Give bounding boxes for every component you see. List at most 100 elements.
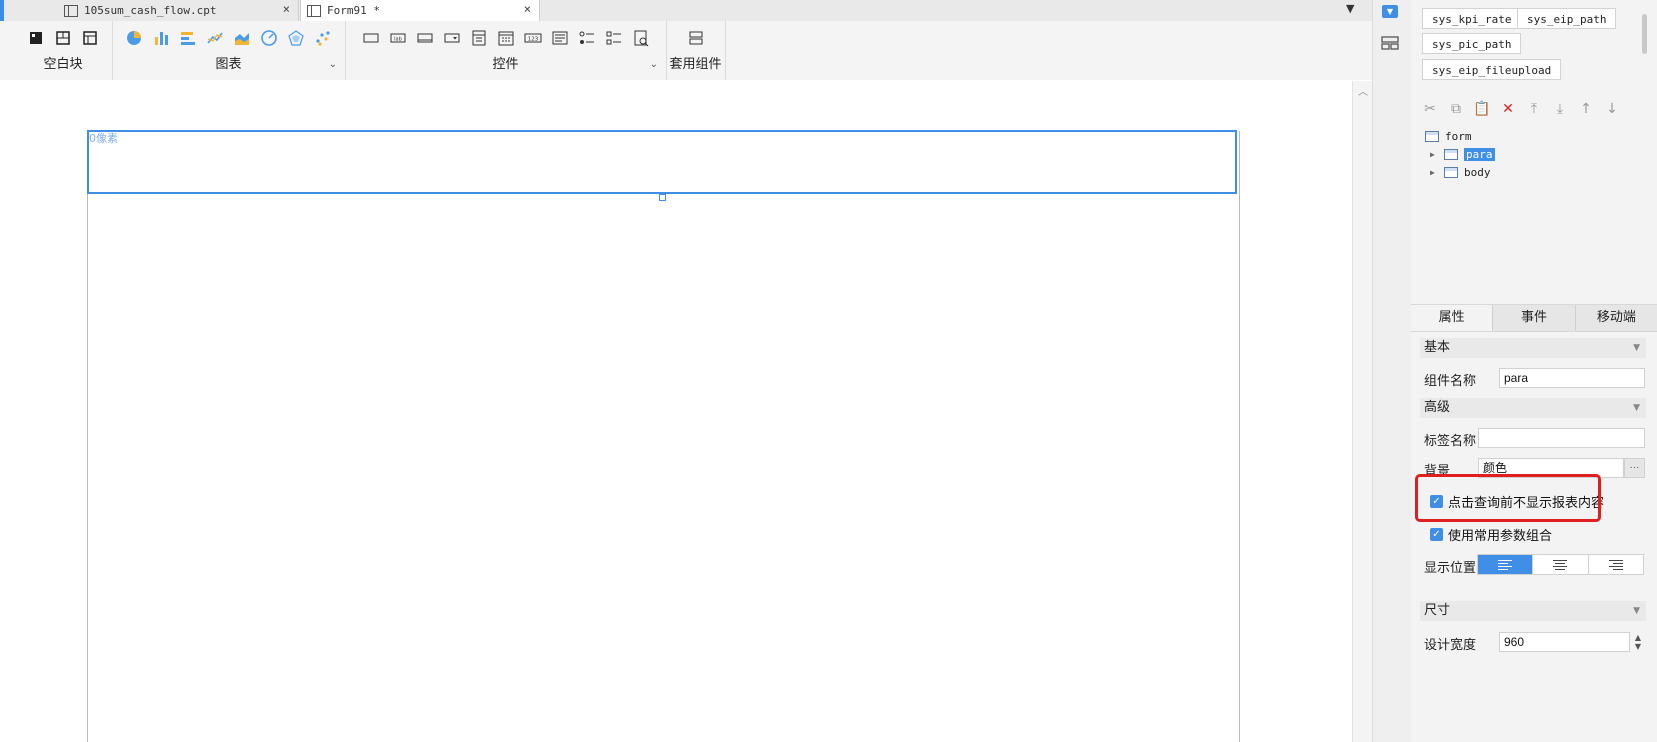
expand-arrow-icon[interactable]: ▶ — [1430, 150, 1438, 159]
section-basic[interactable]: 基本 ▼ — [1420, 338, 1646, 358]
spinner-up-icon[interactable]: ▲ — [1631, 633, 1645, 642]
copy-icon[interactable]: ⧉ — [1446, 99, 1466, 119]
body-node-icon — [1444, 166, 1458, 178]
scroll-up-icon[interactable]: ︿ — [1358, 83, 1368, 98]
tab-list-menu-icon[interactable]: ▼ — [1346, 2, 1354, 15]
tree-node-form[interactable]: form — [1425, 128, 1472, 144]
date-widget-icon[interactable] — [496, 28, 516, 48]
collapse-panel-icon[interactable]: ▼ — [1382, 5, 1398, 18]
text-area-widget-icon[interactable] — [550, 28, 570, 48]
button-widget-icon[interactable] — [415, 28, 435, 48]
svg-text:lab: lab — [394, 37, 402, 43]
tree-node-para[interactable]: ▶ para — [1430, 146, 1495, 162]
charts-expand-caret-icon[interactable]: ⌄ — [329, 59, 337, 70]
line-chart-icon[interactable] — [205, 28, 225, 48]
split-layout-icon[interactable] — [53, 28, 73, 48]
form-body-area[interactable] — [87, 131, 1240, 742]
horizontal-bar-chart-icon[interactable] — [178, 28, 198, 48]
gauge-chart-icon[interactable] — [259, 28, 279, 48]
widget-edit-toolbar: ✂ ⧉ 📋 ✕ ⤒ ⤓ ↑ ↓ — [1420, 98, 1648, 120]
para-parameter-pane[interactable] — [87, 130, 1237, 194]
params-scrollbar[interactable] — [1642, 14, 1647, 54]
toolbar-group-blank-block: 空白块 — [14, 21, 113, 80]
section-collapse-icon[interactable]: ▼ — [1633, 398, 1640, 418]
para-node-icon — [1444, 148, 1458, 160]
dropdown-widget-icon[interactable] — [442, 28, 462, 48]
align-right-icon[interactable] — [1589, 555, 1643, 574]
align-left-icon[interactable] — [1478, 555, 1533, 574]
svg-text:123: 123 — [527, 37, 538, 43]
widgets-expand-caret-icon[interactable]: ⌄ — [650, 59, 658, 70]
cut-icon[interactable]: ✂ — [1420, 99, 1440, 119]
component-toolbar: 空白块 图表 ⌄ lab 123 控件 ⌄ 套用组件 — [0, 21, 1372, 80]
tab-105sum-cash-flow[interactable]: 105sum_cash_flow.cpt × — [36, 0, 299, 21]
document-tab-bar: 105sum_cash_flow.cpt × Form91 * × ▼ — [0, 0, 1372, 22]
design-width-label: 设计宽度 — [1424, 638, 1477, 653]
layout-panel-icon[interactable] — [1381, 36, 1399, 50]
text-box-widget-icon[interactable] — [361, 28, 381, 48]
close-tab-icon[interactable]: × — [524, 2, 531, 16]
toolbar-group-charts: 图表 ⌄ — [112, 21, 346, 80]
design-width-input[interactable]: 960 — [1499, 632, 1630, 652]
pie-chart-icon[interactable] — [124, 28, 144, 48]
para-height-label: 0像素 — [89, 132, 118, 145]
tree-node-body[interactable]: ▶ body — [1430, 164, 1491, 180]
tab-events[interactable]: 事件 — [1493, 305, 1576, 331]
toolbar-group-label: 控件 — [492, 57, 519, 72]
component-name-input[interactable]: para — [1499, 368, 1645, 388]
section-advanced[interactable]: 高级 ▼ — [1420, 398, 1646, 418]
delete-icon[interactable]: ✕ — [1498, 99, 1518, 119]
side-strip — [1372, 0, 1413, 742]
move-up-icon[interactable]: ↑ — [1576, 99, 1596, 119]
property-tabs: 属性 事件 移动端 — [1411, 304, 1657, 332]
param-chip[interactable]: sys_pic_path — [1422, 33, 1522, 54]
design-width-spinner[interactable]: ▲ ▼ — [1631, 633, 1645, 653]
section-size[interactable]: 尺寸 ▼ — [1420, 601, 1646, 621]
dropdown-tree-widget-icon[interactable] — [469, 28, 489, 48]
spinner-down-icon[interactable]: ▼ — [1631, 642, 1645, 651]
reuse-component-icon[interactable] — [686, 28, 706, 48]
close-tab-icon[interactable]: × — [283, 2, 290, 16]
number-widget-icon[interactable]: 123 — [523, 28, 543, 48]
param-chip[interactable]: sys_eip_path — [1517, 8, 1617, 29]
tag-name-label: 标签名称 — [1424, 434, 1477, 449]
tab-label: 105sum_cash_flow.cpt — [84, 4, 217, 17]
param-chip[interactable]: sys_kpi_rate — [1422, 8, 1522, 29]
move-down-icon[interactable]: ↓ — [1602, 99, 1622, 119]
move-to-top-icon[interactable]: ⤒ — [1524, 99, 1544, 119]
absolute-layout-icon[interactable] — [26, 28, 46, 48]
toolbar-group-reuse-components: 套用组件 — [666, 21, 726, 80]
canvas-vertical-scrollbar[interactable]: ︿ — [1352, 81, 1373, 742]
tab-properties[interactable]: 属性 — [1411, 305, 1494, 331]
paste-icon[interactable]: 📋 — [1472, 99, 1492, 119]
tag-name-input[interactable] — [1478, 428, 1645, 448]
checkbox-checked-icon[interactable]: ✓ — [1430, 528, 1443, 541]
param-chip[interactable]: sys_eip_fileupload — [1422, 59, 1562, 80]
align-center-icon[interactable] — [1532, 555, 1589, 574]
checkbox-group-widget-icon[interactable] — [604, 28, 624, 48]
expand-arrow-icon[interactable]: ▶ — [1430, 168, 1438, 177]
position-align-group — [1477, 554, 1644, 575]
background-more-button[interactable]: ··· — [1624, 458, 1645, 478]
report-file-icon — [64, 4, 78, 17]
label-widget-icon[interactable]: lab — [388, 28, 408, 48]
component-name-label: 组件名称 — [1424, 374, 1477, 389]
scatter-chart-icon[interactable] — [313, 28, 333, 48]
area-chart-icon[interactable] — [232, 28, 252, 48]
toolbar-group-label: 图表 — [215, 57, 242, 72]
section-collapse-icon[interactable]: ▼ — [1633, 601, 1640, 621]
section-collapse-icon[interactable]: ▼ — [1633, 338, 1640, 358]
radio-group-widget-icon[interactable] — [577, 28, 597, 48]
bar-chart-icon[interactable] — [151, 28, 171, 48]
radar-chart-icon[interactable] — [286, 28, 306, 48]
query-button-widget-icon[interactable] — [631, 28, 651, 48]
tab-layout-icon[interactable] — [80, 28, 100, 48]
tab-form91[interactable]: Form91 * × — [300, 0, 540, 21]
para-resize-handle[interactable] — [659, 194, 666, 201]
checkbox-common-param-combo[interactable]: ✓ 使用常用参数组合 — [1430, 525, 1552, 544]
toolbar-group-widgets: lab 123 控件 ⌄ — [345, 21, 667, 80]
form-node-icon — [1425, 130, 1439, 142]
toolbar-group-label: 套用组件 — [669, 57, 722, 72]
move-to-bottom-icon[interactable]: ⤓ — [1550, 99, 1570, 119]
tab-mobile[interactable]: 移动端 — [1576, 305, 1657, 331]
